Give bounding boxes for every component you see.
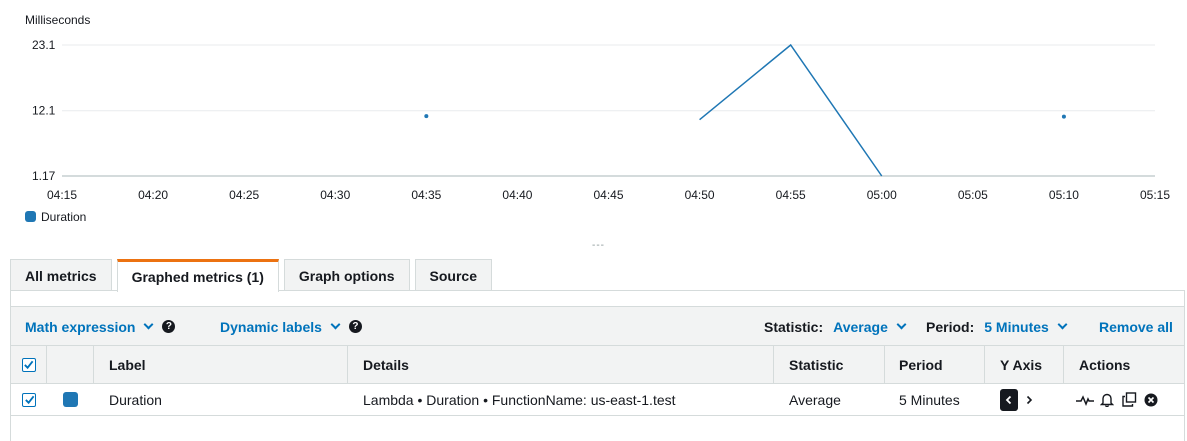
row-statistic[interactable]: Average [774, 384, 885, 415]
chevron-down-icon[interactable] [330, 319, 341, 330]
series-color-swatch[interactable] [63, 392, 78, 407]
color-column-header [47, 346, 94, 383]
grid-lines [62, 44, 1155, 177]
legend-swatch-duration[interactable] [25, 211, 36, 222]
select-all-checkbox[interactable] [21, 357, 36, 372]
bell-alarm-icon[interactable] [1096, 389, 1118, 411]
dynamic-labels-group: Dynamic labels ? [220, 307, 362, 346]
period-dropdown[interactable]: 5 Minutes [984, 319, 1049, 335]
remove-all-group: Remove all [1099, 307, 1173, 346]
remove-all-button[interactable]: Remove all [1099, 319, 1173, 335]
x-tick-label: 04:50 [685, 188, 715, 202]
period-label: Period: [926, 318, 975, 335]
column-header-y-axis[interactable]: Y Axis [985, 346, 1064, 383]
select-all-cell [11, 346, 47, 383]
copy-icon[interactable] [1118, 389, 1140, 411]
x-tick-label: 05:00 [867, 188, 897, 202]
x-tick-label: 04:20 [138, 188, 168, 202]
x-tick-label: 04:40 [502, 188, 532, 202]
y-tick-label: 1.17 [32, 169, 56, 183]
row-details: Lambda • Duration • FunctionName: us-eas… [363, 391, 676, 408]
x-tick-label: 05:15 [1140, 188, 1170, 202]
checkmark-icon [24, 395, 34, 405]
math-expression-dropdown[interactable]: Math expression [25, 319, 135, 335]
row-actions [1064, 384, 1184, 415]
graph-resize-handle[interactable]: --- [592, 240, 605, 251]
statistic-label: Statistic: [764, 318, 824, 335]
statistic-group: Statistic: Average [764, 307, 907, 346]
x-axis-ticks: 04:15 04:20 04:25 04:30 04:35 04:40 04:45 04:50… [47, 188, 1170, 202]
x-tick-label: 04:30 [320, 188, 350, 202]
graphed-metrics-table: Label Details Statistic Period Y Axis Ac… [11, 346, 1184, 416]
row-checkbox[interactable] [22, 392, 36, 407]
data-point [1061, 114, 1066, 119]
checkmark-icon [24, 360, 34, 370]
dynamic-labels-dropdown[interactable]: Dynamic labels [220, 319, 322, 335]
metrics-toolbar: Math expression ? Dynamic labels ? Stati… [11, 306, 1184, 346]
line-chart: Milliseconds 23.1 12.1 1.17 04:15 04:20 04:2… [25, 13, 1170, 202]
x-tick-label: 05:10 [1049, 188, 1079, 202]
row-label[interactable]: Duration [94, 384, 348, 415]
data-point [424, 114, 429, 119]
y-axis-left-button[interactable] [1000, 388, 1018, 411]
chevron-down-icon[interactable] [896, 319, 907, 330]
statistic-dropdown[interactable]: Average [833, 319, 888, 335]
tab-graphed-metrics[interactable]: Graphed metrics (1) [116, 259, 279, 292]
chevron-down-icon[interactable] [144, 319, 154, 330]
remove-circle-icon[interactable] [1140, 389, 1162, 411]
chevron-right-icon [1026, 395, 1033, 404]
legend-label-duration[interactable]: Duration [41, 210, 86, 224]
metrics-tabs: All metrics Graphed metrics (1) Graph op… [10, 259, 492, 292]
column-header-period[interactable]: Period [885, 346, 985, 383]
y-tick-label: 12.1 [32, 104, 56, 118]
y-tick-label: 23.1 [32, 38, 56, 52]
y-axis-right-button[interactable] [1020, 389, 1038, 411]
table-row: Duration Lambda • Duration • FunctionNam… [11, 384, 1184, 416]
column-header-details[interactable]: Details [348, 346, 774, 383]
row-period[interactable]: 5 Minutes [885, 384, 985, 415]
math-graph-icon[interactable] [1074, 389, 1096, 411]
row-color-cell [47, 384, 94, 415]
chevron-left-icon [1005, 395, 1012, 404]
tab-all-metrics[interactable]: All metrics [10, 259, 112, 291]
column-header-actions: Actions [1079, 356, 1131, 373]
tab-graph-options[interactable]: Graph options [283, 259, 410, 291]
tab-source[interactable]: Source [414, 259, 492, 291]
period-group: Period: 5 Minutes [926, 307, 1068, 346]
x-tick-label: 04:55 [776, 188, 806, 202]
help-icon[interactable]: ? [162, 320, 176, 333]
math-expression-group: Math expression ? [25, 307, 176, 346]
help-icon[interactable]: ? [348, 320, 362, 333]
x-tick-label: 04:25 [229, 188, 259, 202]
x-tick-label: 04:45 [593, 188, 623, 202]
row-select-cell [11, 384, 47, 415]
x-tick-label: 04:15 [47, 188, 77, 202]
row-y-axis [985, 384, 1064, 415]
x-tick-label: 04:35 [411, 188, 441, 202]
column-header-statistic[interactable]: Statistic [774, 346, 885, 383]
table-header-row: Label Details Statistic Period Y Axis Ac… [11, 346, 1184, 384]
column-header-label[interactable]: Label [94, 346, 348, 383]
x-tick-label: 05:05 [958, 188, 988, 202]
y-axis-ticks: 23.1 12.1 1.17 [32, 38, 56, 183]
y-axis-label: Milliseconds [25, 13, 90, 27]
chevron-down-icon[interactable] [1057, 319, 1068, 330]
